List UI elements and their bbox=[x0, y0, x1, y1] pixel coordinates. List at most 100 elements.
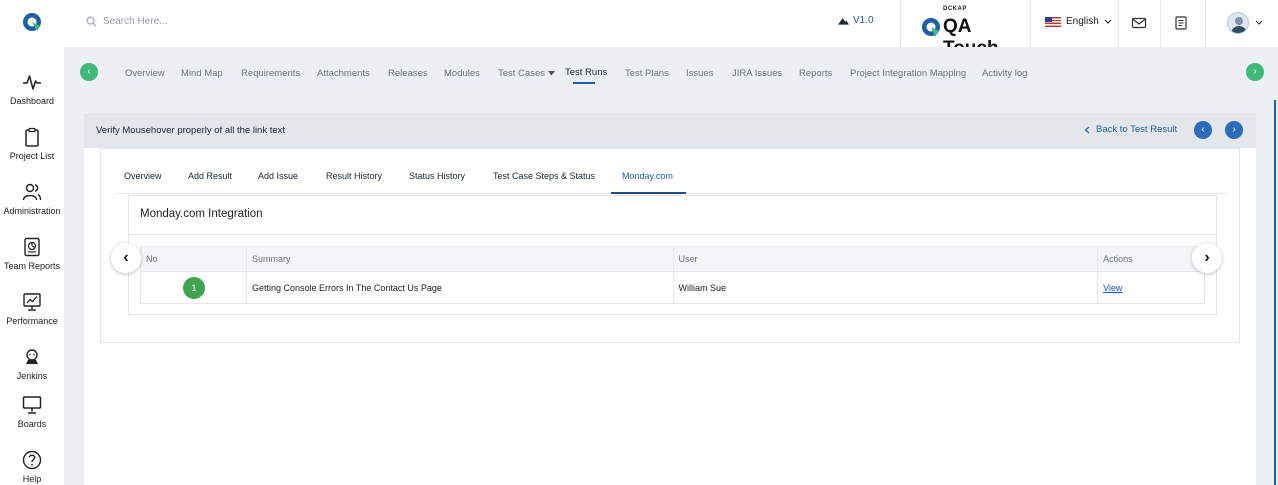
header-divider bbox=[900, 0, 901, 47]
chevron-down-icon bbox=[1104, 19, 1112, 24]
row-number-badge: 1 bbox=[183, 276, 205, 299]
tab-requirements[interactable]: Requirements bbox=[241, 68, 300, 79]
active-subtab-indicator bbox=[611, 192, 686, 194]
search-box[interactable]: Search Here... bbox=[86, 16, 167, 27]
subtab-add-result[interactable]: Add Result bbox=[188, 171, 232, 181]
subtab-status-history[interactable]: Status History bbox=[409, 171, 465, 181]
mountain-icon bbox=[838, 17, 849, 25]
subtab-monday[interactable]: Monday.com bbox=[622, 171, 673, 181]
tab-modules[interactable]: Modules bbox=[444, 68, 480, 79]
sidebar: Dashboard Project List Administration Te… bbox=[0, 47, 64, 485]
page-title: Verify Mousehover properly of all the li… bbox=[96, 125, 286, 136]
sidebar-item-label: Project List bbox=[9, 151, 55, 161]
caret-down-icon[interactable] bbox=[548, 71, 555, 76]
tab-test-plans[interactable]: Test Plans bbox=[625, 68, 669, 79]
tab-issues[interactable]: Issues bbox=[686, 68, 713, 79]
report-icon bbox=[24, 237, 40, 257]
sidebar-item-project-list[interactable]: Project List bbox=[0, 127, 64, 161]
project-nav: ‹ Overview Mind Map Requirements Attachm… bbox=[64, 47, 1278, 99]
active-tab-indicator bbox=[573, 82, 595, 84]
sidebar-item-label: Dashboard bbox=[9, 96, 55, 106]
nav-scroll-left-button[interactable]: ‹ bbox=[80, 63, 98, 81]
back-link-label: Back to Test Result bbox=[1096, 124, 1178, 135]
notes-icon[interactable] bbox=[1173, 15, 1189, 31]
top-header: Search Here... V1.0 DCKAP QA Touch Engli… bbox=[0, 0, 1278, 59]
language-label: English bbox=[1066, 16, 1099, 27]
language-selector[interactable]: English bbox=[1045, 16, 1112, 27]
previous-case-button[interactable]: ‹ bbox=[1194, 121, 1212, 139]
column-header-user: User bbox=[672, 246, 1099, 272]
sidebar-item-boards[interactable]: Boards bbox=[0, 395, 64, 429]
sidebar-item-performance[interactable]: Performance bbox=[0, 292, 64, 326]
tab-attachments[interactable]: Attachments bbox=[317, 68, 370, 79]
search-input[interactable]: Search Here... bbox=[103, 16, 167, 27]
sidebar-item-team-reports[interactable]: Team Reports bbox=[0, 237, 64, 271]
tab-project-integration-mapping[interactable]: Project Integration Mapping bbox=[850, 68, 966, 79]
jenkins-icon bbox=[26, 349, 38, 364]
us-flag-icon bbox=[1045, 16, 1061, 27]
header-divider bbox=[1160, 0, 1161, 47]
version-label: V1.0 bbox=[853, 15, 874, 26]
tab-activity-log[interactable]: Activity log bbox=[982, 68, 1027, 79]
table-header-row: No Summary User Actions bbox=[140, 246, 1205, 272]
version-badge[interactable]: V1.0 bbox=[838, 15, 874, 26]
row-number-cell: 1 bbox=[140, 271, 247, 304]
column-header-no: No bbox=[140, 246, 247, 272]
avatar-body bbox=[1231, 26, 1247, 33]
pulse-icon bbox=[23, 75, 41, 90]
sidebar-item-help[interactable]: Help bbox=[0, 450, 64, 484]
table-scroll-left-button[interactable]: ‹ bbox=[111, 243, 141, 273]
sidebar-item-label: Administration bbox=[3, 206, 61, 216]
row-summary: Getting Console Errors In The Contact Us… bbox=[245, 271, 674, 304]
chevron-down-icon[interactable] bbox=[1255, 20, 1263, 26]
brand-logo: DCKAP QA Touch bbox=[921, 6, 1021, 59]
tab-overview[interactable]: Overview bbox=[125, 68, 165, 79]
avatar[interactable] bbox=[1227, 12, 1249, 34]
header-divider bbox=[1118, 0, 1119, 47]
header-divider bbox=[1030, 0, 1031, 47]
mail-icon[interactable] bbox=[1131, 15, 1147, 31]
subtab-overview[interactable]: Overview bbox=[124, 171, 162, 181]
tab-test-cases[interactable]: Test Cases bbox=[498, 68, 545, 79]
sidebar-item-label: Jenkins bbox=[16, 371, 48, 381]
sidebar-item-label: Performance bbox=[6, 316, 58, 326]
next-case-button[interactable]: › bbox=[1225, 121, 1243, 139]
back-to-test-result-link[interactable]: Back to Test Result bbox=[1084, 124, 1177, 135]
sidebar-item-label: Boards bbox=[17, 419, 47, 429]
chevron-left-icon bbox=[1084, 126, 1090, 133]
app-logo-icon[interactable] bbox=[22, 12, 42, 32]
subtab-result-history[interactable]: Result History bbox=[326, 171, 382, 181]
sidebar-item-dashboard[interactable]: Dashboard bbox=[0, 72, 64, 106]
page-scrollbar[interactable] bbox=[1274, 100, 1276, 485]
sidebar-item-label: Team Reports bbox=[3, 261, 61, 271]
clipboard-icon bbox=[25, 127, 39, 147]
tab-test-runs[interactable]: Test Runs bbox=[565, 67, 607, 78]
sidebar-item-label: Help bbox=[22, 474, 42, 484]
sidebar-item-administration[interactable]: Administration bbox=[0, 182, 64, 216]
integration-table: No Summary User Actions 1 Getting Consol… bbox=[140, 246, 1205, 304]
view-link[interactable]: View bbox=[1103, 283, 1122, 293]
help-icon bbox=[22, 450, 42, 470]
integration-divider bbox=[129, 234, 1216, 235]
avatar-head bbox=[1235, 17, 1243, 25]
tab-releases[interactable]: Releases bbox=[388, 68, 428, 79]
tab-mind-map[interactable]: Mind Map bbox=[181, 68, 223, 79]
tab-jira-issues[interactable]: JIRA Issues bbox=[732, 68, 782, 79]
qatouch-logo-icon bbox=[922, 18, 940, 37]
row-actions: View bbox=[1097, 271, 1205, 304]
test-case-header: Verify Mousehover properly of all the li… bbox=[84, 113, 1256, 148]
subtab-add-issue[interactable]: Add Issue bbox=[258, 171, 298, 181]
nav-scroll-right-button[interactable]: › bbox=[1246, 63, 1264, 81]
table-scroll-right-button[interactable]: › bbox=[1192, 243, 1222, 273]
board-icon bbox=[22, 396, 42, 414]
table-row: 1 Getting Console Errors In The Contact … bbox=[140, 271, 1205, 304]
users-icon bbox=[22, 183, 42, 201]
subtab-test-case-steps[interactable]: Test Case Steps & Status bbox=[493, 171, 595, 181]
integration-title: Monday.com Integration bbox=[140, 208, 263, 220]
sidebar-item-jenkins[interactable]: Jenkins bbox=[0, 347, 64, 381]
search-icon bbox=[86, 16, 97, 27]
header-divider bbox=[1205, 0, 1206, 47]
tab-reports[interactable]: Reports bbox=[799, 68, 832, 79]
brand-company: DCKAP bbox=[943, 6, 967, 12]
column-header-actions: Actions bbox=[1097, 246, 1205, 272]
